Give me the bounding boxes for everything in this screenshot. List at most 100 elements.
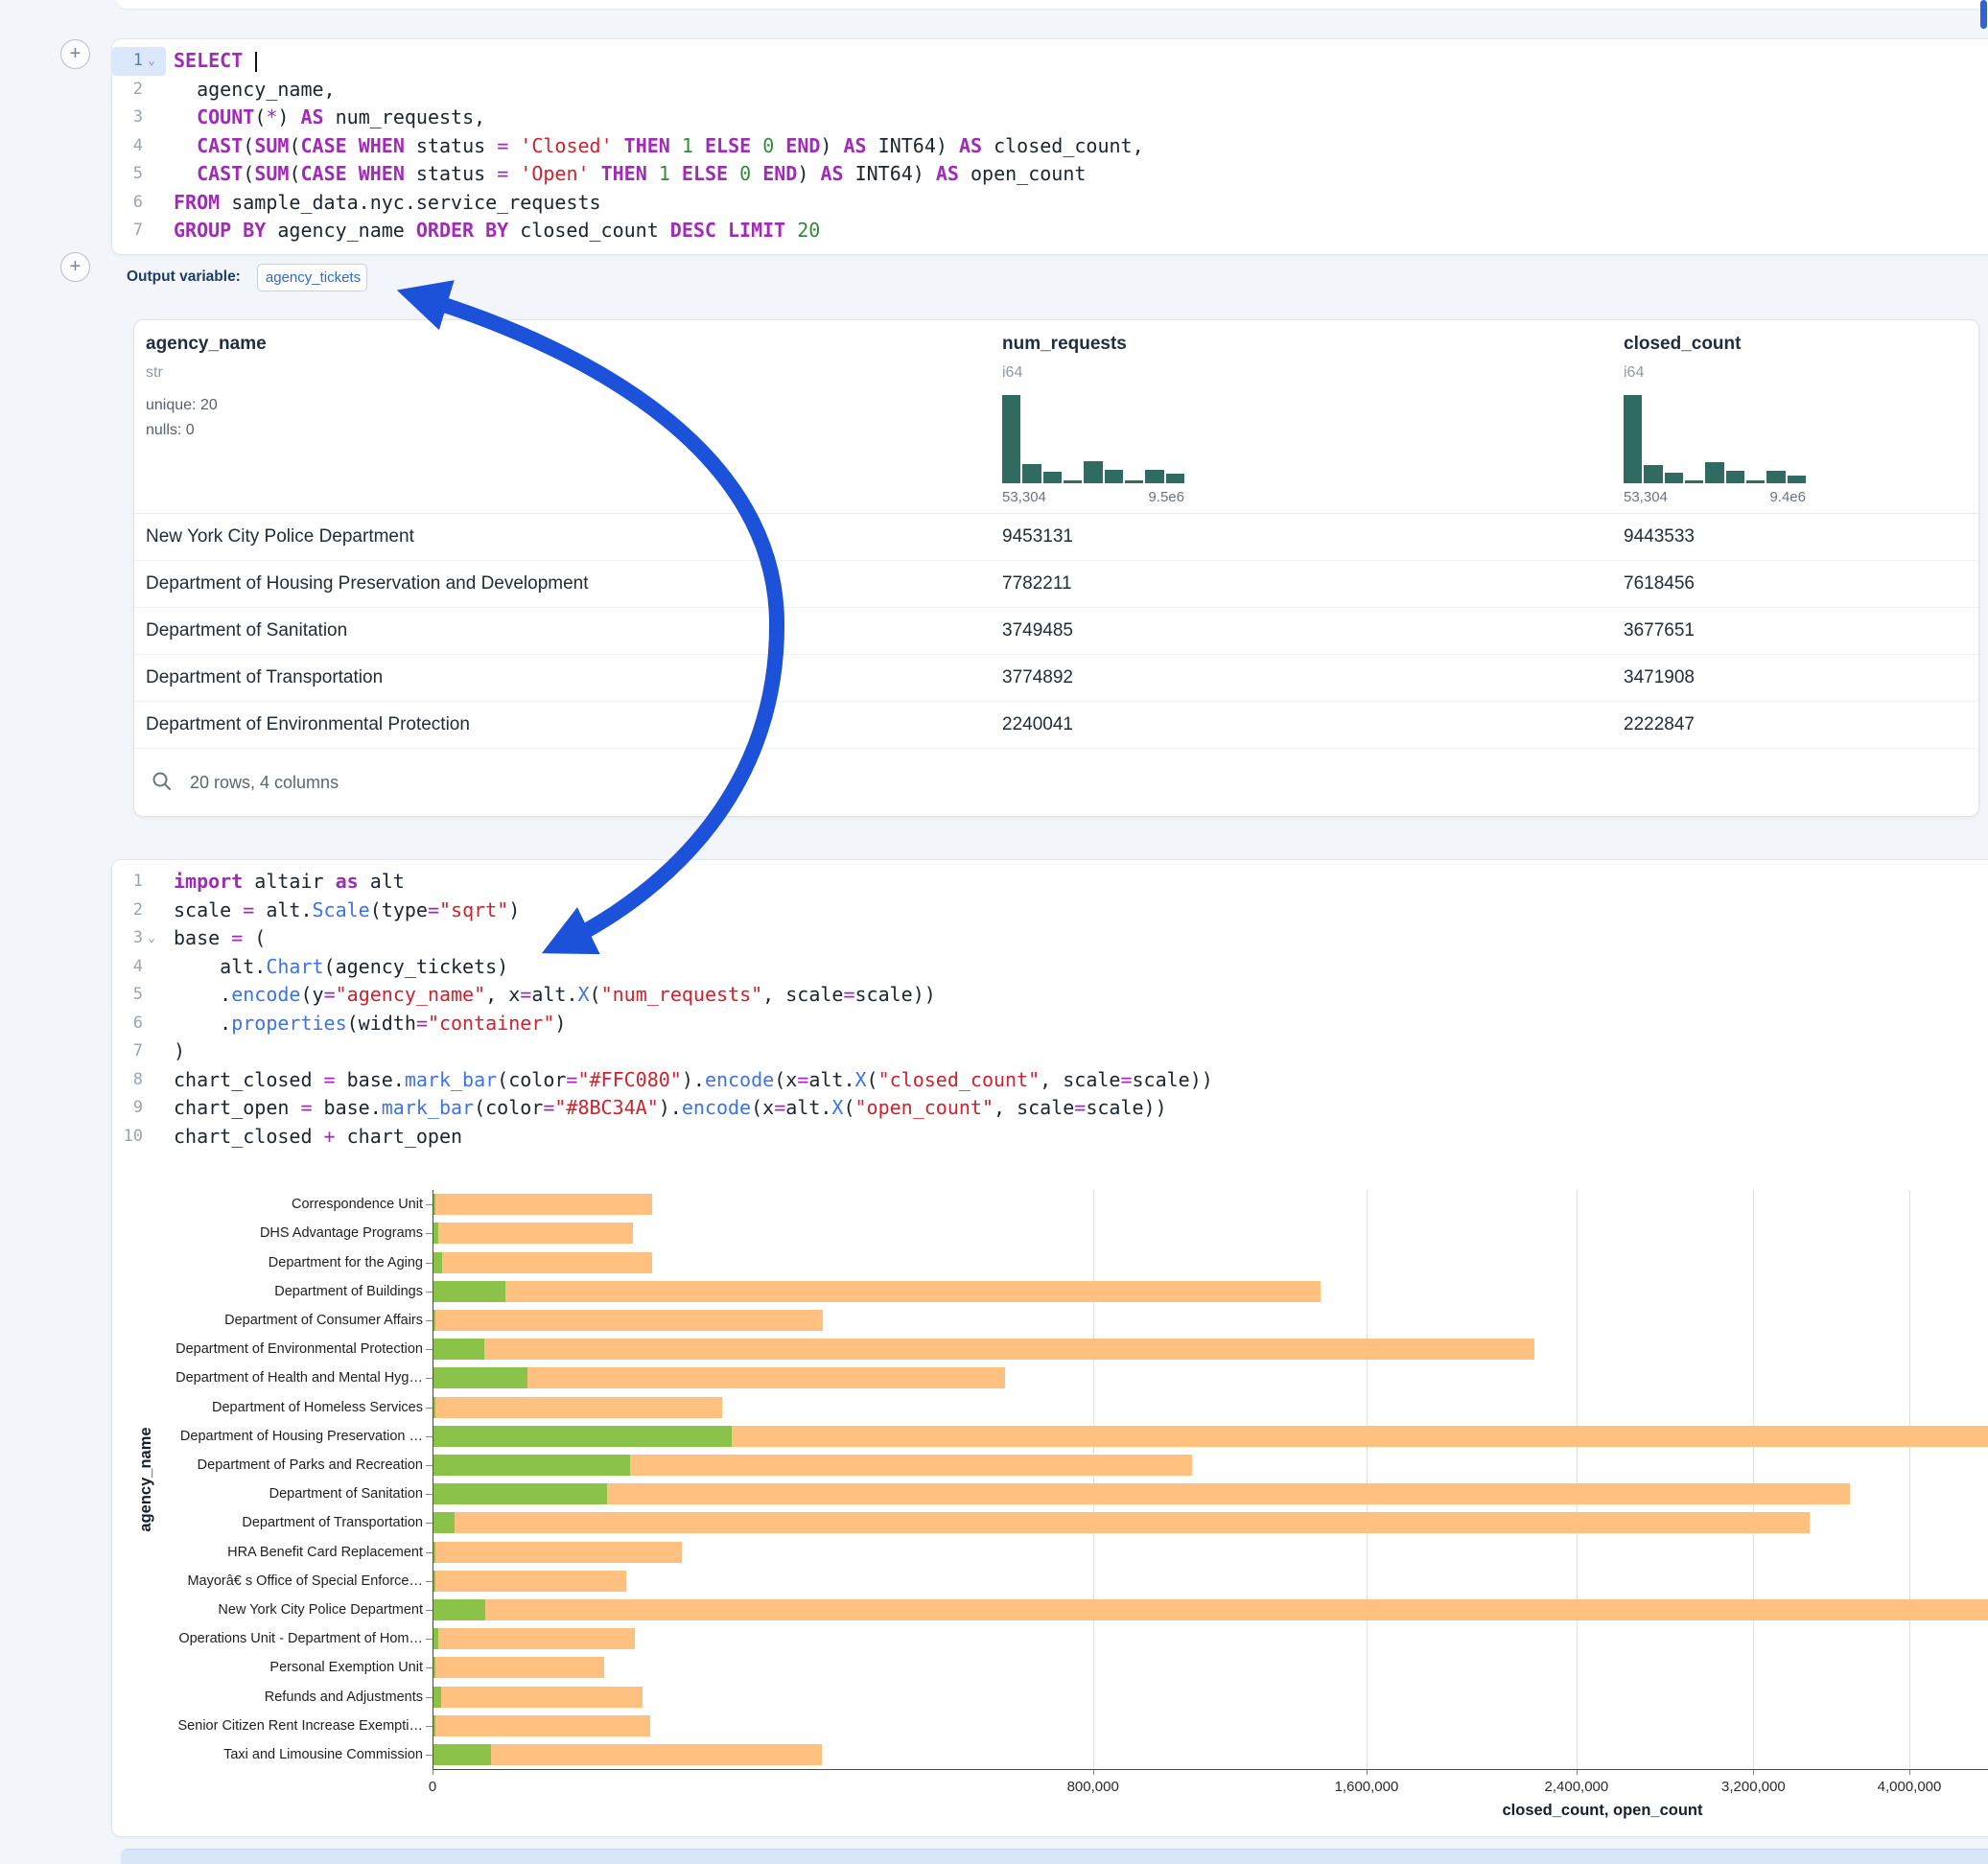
histogram-max-label: 9.4e6 (1624, 489, 1806, 505)
code-line[interactable]: 3 COUNT(*) AS num_requests, (112, 104, 1988, 132)
fold-caret-icon[interactable]: ⌄ (143, 47, 160, 76)
code-line[interactable]: 9 chart_open = base.mark_bar(color="#8BC3… (112, 1094, 1988, 1123)
column-header[interactable]: closed_count (1624, 334, 1741, 355)
fold-caret-icon[interactable]: ⌄ (143, 924, 160, 953)
code-text: agency_name, (166, 76, 336, 105)
code-text: FROM sample_data.nyc.service_requests (166, 189, 601, 218)
code-line[interactable]: 4 alt.Chart(agency_tickets) (112, 953, 1988, 982)
closed-count-bar (433, 1744, 822, 1765)
table-footer: 20 rows, 4 columns (134, 749, 1978, 816)
open-count-bar (433, 1571, 435, 1592)
histogram-bin (1125, 480, 1143, 483)
y-axis-tick (426, 1378, 433, 1379)
table-cell: Department of Environmental Protection (146, 714, 470, 735)
table-row[interactable]: Department of Transportation377489234719… (134, 654, 1978, 702)
results-table-card: agency_namestrunique: 20nulls: 0num_requ… (133, 319, 1979, 817)
code-line[interactable]: 7 GROUP BY agency_name ORDER BY closed_co… (112, 217, 1988, 245)
sql-code-editor[interactable]: 1⌄SELECT 2 agency_name,3 COUNT(*) AS num… (112, 47, 1988, 245)
y-axis-tick (426, 1436, 433, 1437)
line-number: 10 (118, 1123, 143, 1152)
code-text: CAST(SUM(CASE WHEN status = 'Open' THEN … (166, 160, 1086, 189)
code-text: chart_open = base.mark_bar(color="#8BC34… (166, 1094, 1167, 1123)
y-axis-category-label: Senior Citizen Rent Increase Exempti… (112, 1718, 423, 1734)
y-axis-tick (426, 1639, 433, 1640)
output-variable-label: Output variable: (127, 268, 241, 286)
table-cell: 9443533 (1624, 526, 1695, 548)
add-cell-button-top[interactable]: + (60, 39, 90, 69)
add-cell-button-middle[interactable]: + (60, 252, 90, 282)
open-count-bar (433, 1715, 435, 1736)
line-number: 7 (118, 217, 143, 245)
code-line[interactable]: 5 CAST(SUM(CASE WHEN status = 'Open' THE… (112, 160, 1988, 189)
scrollbar-thumb[interactable] (1980, 0, 1987, 29)
code-line[interactable]: 10 chart_closed + chart_open (112, 1123, 1988, 1152)
output-variable-chip[interactable]: agency_tickets (257, 264, 367, 291)
column-header[interactable]: agency_name (146, 334, 267, 355)
y-axis-tick (426, 1349, 433, 1350)
code-line[interactable]: 2scale = alt.Scale(type="sqrt") (112, 897, 1988, 925)
y-axis-tick (426, 1667, 433, 1668)
histogram-bin (1105, 470, 1123, 483)
code-line[interactable]: 3⌄base = ( (112, 924, 1988, 953)
line-gutter: 6 (112, 189, 166, 218)
open-count-bar (433, 1367, 527, 1388)
line-number: 9 (118, 1094, 143, 1123)
code-line[interactable]: 4 CAST(SUM(CASE WHEN status = 'Closed' T… (112, 132, 1988, 161)
histogram-bin (1064, 480, 1082, 483)
table-row[interactable]: Department of Sanitation37494853677651 (134, 607, 1978, 655)
code-line[interactable]: 6FROM sample_data.nyc.service_requests (112, 189, 1988, 218)
code-text: SELECT (166, 47, 257, 76)
histogram-bin (1002, 395, 1020, 483)
y-axis-title: agency_name (137, 1403, 156, 1556)
column-histogram (1624, 395, 1806, 483)
histogram-bin (1145, 470, 1163, 483)
code-line[interactable]: 8chart_closed = base.mark_bar(color="#FF… (112, 1066, 1988, 1095)
open-count-bar (433, 1252, 442, 1273)
table-cell: New York City Police Department (146, 526, 414, 548)
code-line[interactable]: 7) (112, 1037, 1988, 1066)
python-code-editor[interactable]: 1import altair as alt2scale = alt.Scale(… (112, 868, 1988, 1151)
code-line[interactable]: 2 agency_name, (112, 76, 1988, 105)
y-axis-category-label: Refunds and Adjustments (112, 1689, 423, 1705)
closed-count-bar (433, 1252, 652, 1273)
line-number: 2 (118, 897, 143, 925)
closed-count-bar (433, 1223, 633, 1244)
line-gutter: 5 (112, 160, 166, 189)
table-cell: 7782211 (1002, 573, 1072, 594)
column-header[interactable]: num_requests (1002, 334, 1127, 355)
search-icon[interactable] (152, 771, 173, 797)
closed-count-bar (433, 1657, 604, 1678)
y-axis-category-label: Department of Consumer Affairs (112, 1313, 423, 1328)
y-axis-category-label: Department of Health and Mental Hyg… (112, 1370, 423, 1386)
open-count-bar (433, 1599, 485, 1620)
table-header: agency_namestrunique: 20nulls: 0num_requ… (134, 320, 1978, 514)
table-row[interactable]: Department of Environmental Protection22… (134, 701, 1978, 749)
code-text: CAST(SUM(CASE WHEN status = 'Closed' THE… (166, 132, 1144, 161)
code-text: base = ( (166, 924, 266, 953)
line-number: 7 (118, 1037, 143, 1066)
table-cell: Department of Sanitation (146, 620, 347, 641)
code-text: ) (166, 1037, 185, 1066)
y-axis-category-label: Department for the Aging (112, 1255, 423, 1270)
next-cell-remnant[interactable] (121, 1849, 1988, 1864)
x-axis-tick-label: 4,000,000 (1833, 1779, 1986, 1795)
histogram-bin (1705, 462, 1723, 483)
open-count-bar (433, 1194, 435, 1215)
y-axis-category-label: Department of Parks and Recreation (112, 1457, 423, 1473)
code-text: chart_closed = base.mark_bar(color="#FFC… (166, 1066, 1213, 1095)
code-text: GROUP BY agency_name ORDER BY closed_cou… (166, 217, 820, 245)
open-count-bar (433, 1455, 630, 1476)
code-line[interactable]: 1⌄SELECT (112, 47, 1988, 76)
closed-count-bar (433, 1571, 626, 1592)
histogram-bin (1624, 395, 1642, 483)
histogram-bin (1644, 465, 1662, 483)
code-line[interactable]: 6 .properties(width="container") (112, 1010, 1988, 1038)
table-row[interactable]: Department of Housing Preservation and D… (134, 560, 1978, 608)
code-line[interactable]: 1import altair as alt (112, 868, 1988, 897)
line-gutter: 10 (112, 1123, 166, 1152)
code-text: chart_closed + chart_open (166, 1123, 462, 1152)
line-gutter: 2 (112, 76, 166, 105)
code-line[interactable]: 5 .encode(y="agency_name", x=alt.X("num_… (112, 981, 1988, 1010)
table-row[interactable]: New York City Police Department945313194… (134, 513, 1978, 561)
closed-count-bar (433, 1512, 1810, 1533)
